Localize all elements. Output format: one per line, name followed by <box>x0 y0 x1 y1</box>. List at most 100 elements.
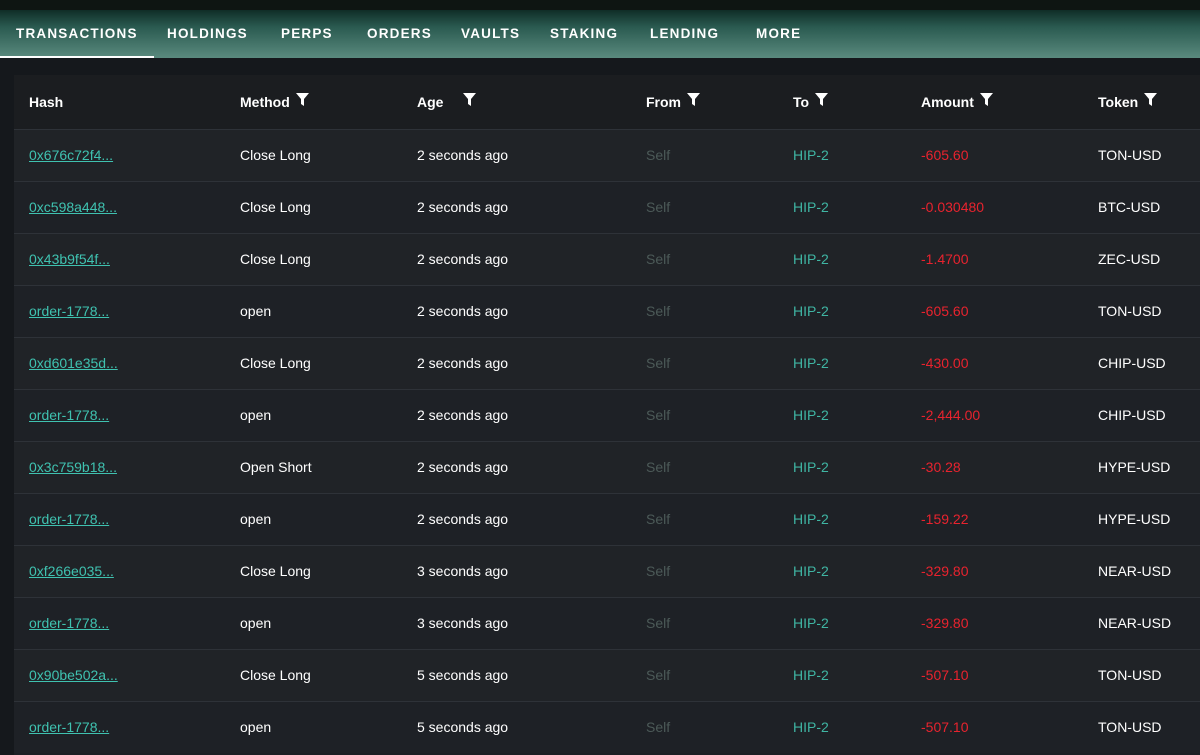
hash-cell: 0x90be502a... <box>14 649 240 701</box>
hash-link[interactable]: order-1778... <box>29 615 109 631</box>
from-cell: Self <box>646 251 671 267</box>
to-cell[interactable]: HIP-2 <box>793 441 921 493</box>
column-header-label: From <box>646 93 681 110</box>
from-cell: Self <box>646 511 671 527</box>
from-cell: Self <box>646 407 671 423</box>
table-row: 0xc598a448... Close Long 2 seconds ago Self… <box>14 181 1200 233</box>
amount-cell: -2,444.00 <box>921 407 981 423</box>
hash-cell: order-1778... <box>14 701 240 753</box>
method-cell: Close Long <box>240 147 311 163</box>
hash-link[interactable]: order-1778... <box>29 511 109 527</box>
method-cell: Open Short <box>240 459 312 475</box>
hash-link[interactable]: 0x676c72f4... <box>29 147 113 163</box>
filter-icon[interactable] <box>463 92 477 110</box>
table-row: 0x43b9f54f... Close Long 2 seconds ago Self… <box>14 233 1200 285</box>
hash-cell: 0xf266e035... <box>14 545 240 597</box>
age-cell: 2 seconds ago <box>417 199 509 215</box>
column-header-label: Token <box>1098 93 1139 110</box>
method-cell: open <box>240 511 272 527</box>
column-header-token: Token <box>1098 75 1200 129</box>
hash-link[interactable]: order-1778... <box>29 407 109 423</box>
token-cell: BTC-USD <box>1098 199 1161 215</box>
to-cell[interactable]: HIP-2 <box>793 545 921 597</box>
method-cell: open <box>240 719 272 736</box>
filter-icon[interactable] <box>814 92 828 110</box>
hash-link[interactable]: 0x43b9f54f... <box>29 251 110 267</box>
method-cell: Close Long <box>240 251 311 267</box>
hash-link[interactable]: 0xc598a448... <box>29 199 117 215</box>
token-cell: TON-USD <box>1098 667 1162 683</box>
column-header-label: To <box>793 93 810 110</box>
filter-icon[interactable] <box>295 92 309 110</box>
tab-staking[interactable]: STAKING <box>550 10 618 57</box>
transactions-panel: Hash Method Age From To Amount Token 0x6… <box>14 75 1200 755</box>
column-header-age: Age <box>417 75 646 129</box>
tab-holdings[interactable]: HOLDINGS <box>167 10 248 57</box>
amount-cell: -1.4700 <box>921 251 969 267</box>
table-row: 0x3c759b18... Open Short 2 seconds ago Self… <box>14 441 1200 493</box>
amount-cell: -329.80 <box>921 563 969 579</box>
hash-link[interactable]: 0xd601e35d... <box>29 355 118 371</box>
column-header-from: From <box>646 75 793 129</box>
table-row: order-1778... open 2 seconds ago Self HIP-2-… <box>14 389 1200 441</box>
token-cell: TON-USD <box>1098 719 1162 736</box>
to-cell[interactable]: HIP-2 <box>793 597 921 649</box>
to-cell[interactable]: HIP-2 <box>793 233 921 285</box>
hash-cell: order-1778... <box>14 597 240 649</box>
tab-bar: TRANSACTIONS HOLDINGS PERPS ORDERS VAULT… <box>0 0 1200 58</box>
to-cell[interactable]: HIP-2 <box>793 129 921 181</box>
method-cell: open <box>240 407 272 423</box>
hash-link[interactable]: 0x3c759b18... <box>29 459 117 475</box>
to-cell[interactable]: HIP-2 <box>793 493 921 545</box>
table-header-row: Hash Method Age From To Amount Token <box>14 75 1200 129</box>
age-cell: 2 seconds ago <box>417 407 509 423</box>
from-cell: Self <box>646 719 671 736</box>
to-cell[interactable]: HIP-2 <box>793 701 921 753</box>
to-cell[interactable]: HIP-2 <box>793 285 921 337</box>
filter-icon[interactable] <box>979 92 993 110</box>
tab-vaults[interactable]: VAULTS <box>461 10 520 57</box>
filter-icon[interactable] <box>686 92 700 110</box>
hash-cell: 0xd601e35d... <box>14 337 240 389</box>
method-cell: Close Long <box>240 563 311 579</box>
to-cell[interactable]: HIP-2 <box>793 389 921 441</box>
column-header-label: Amount <box>921 93 974 110</box>
method-cell: Close Long <box>240 667 311 683</box>
amount-cell: -159.22 <box>921 511 969 527</box>
table-row: 0x676c72f4... Close Long 2 seconds ago Self… <box>14 129 1200 181</box>
filter-icon[interactable] <box>1144 92 1158 110</box>
token-cell: HYPE-USD <box>1098 459 1171 475</box>
from-cell: Self <box>646 667 671 683</box>
hash-cell: 0xc598a448... <box>14 181 240 233</box>
hash-link[interactable]: order-1778... <box>29 303 109 319</box>
table-row: order-1778... open 3 seconds ago Self HIP-2-… <box>14 597 1200 649</box>
tab-transactions[interactable]: TRANSACTIONS <box>0 10 154 58</box>
hash-link[interactable]: order-1778... <box>29 719 109 735</box>
token-cell: NEAR-USD <box>1098 563 1172 579</box>
age-cell: 2 seconds ago <box>417 251 509 267</box>
age-cell: 3 seconds ago <box>417 615 509 631</box>
amount-cell: -507.10 <box>921 719 969 736</box>
from-cell: Self <box>646 303 671 319</box>
hash-cell: 0x3c759b18... <box>14 441 240 493</box>
table-row: order-1778... open 2 seconds ago Self HIP-2-… <box>14 285 1200 337</box>
from-cell: Self <box>646 199 671 215</box>
amount-cell: -605.60 <box>921 147 969 163</box>
to-cell[interactable]: HIP-2 <box>793 649 921 701</box>
tab-lending[interactable]: LENDING <box>650 10 719 57</box>
token-cell: CHIP-USD <box>1098 407 1166 423</box>
column-header-label: Age <box>417 93 444 110</box>
to-cell[interactable]: HIP-2 <box>793 337 921 389</box>
hash-link[interactable]: 0xf266e035... <box>29 563 114 579</box>
amount-cell: -430.00 <box>921 355 969 371</box>
tab-perps[interactable]: PERPS <box>281 10 333 57</box>
hash-link[interactable]: 0x90be502a... <box>29 667 118 683</box>
method-cell: Close Long <box>240 199 311 215</box>
tab-more[interactable]: MORE <box>756 10 801 57</box>
table-row: order-1778... open 5 seconds ago Self HIP-2-… <box>14 701 1200 753</box>
tab-orders[interactable]: ORDERS <box>367 10 432 57</box>
age-cell: 2 seconds ago <box>417 459 509 475</box>
to-cell[interactable]: HIP-2 <box>793 181 921 233</box>
hash-cell: order-1778... <box>14 493 240 545</box>
table-row: 0xd601e35d... Close Long 2 seconds ago Self… <box>14 337 1200 389</box>
